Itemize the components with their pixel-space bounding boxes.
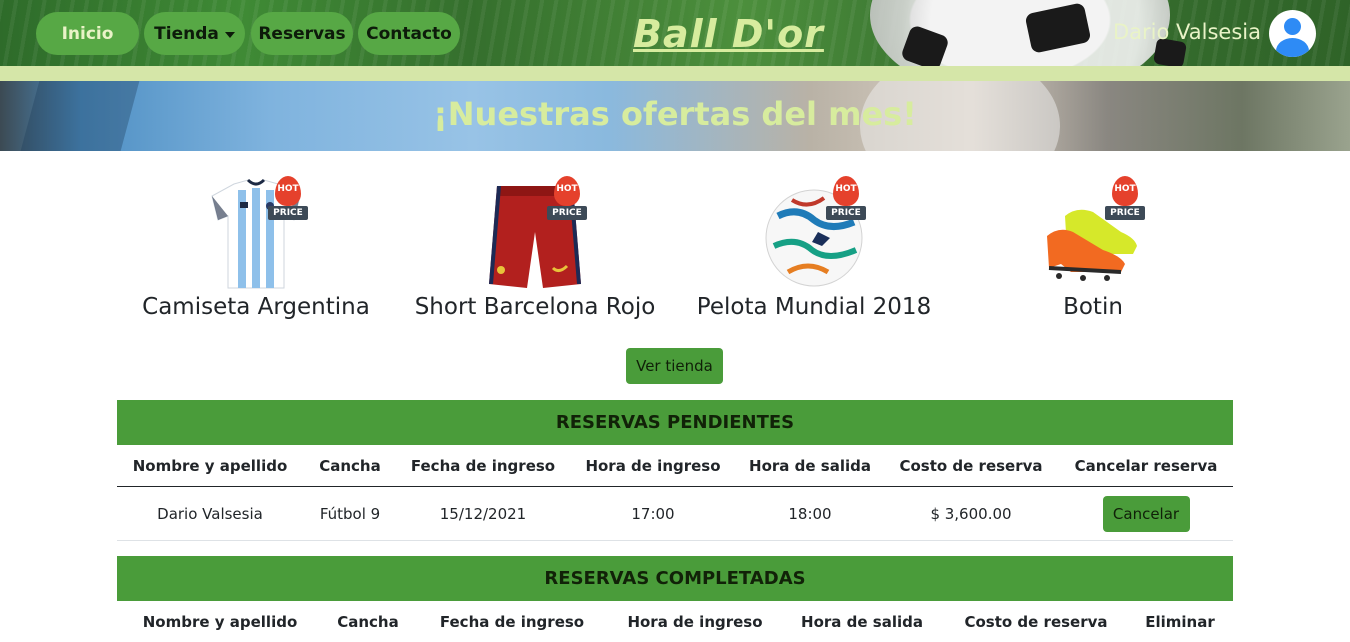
banner-title: ¡Nuestras ofertas del mes! <box>433 95 917 133</box>
product-name: Botin <box>1063 294 1123 320</box>
column-header: Cancelar reserva <box>1074 456 1218 475</box>
column-header: Hora de salida <box>749 456 871 475</box>
cell-name: Dario Valsesia <box>157 504 263 523</box>
cell-start-time: 17:00 <box>631 504 675 523</box>
column-header: Cancha <box>337 612 399 631</box>
product-card[interactable]: HOT PRICE Botin <box>953 170 1233 330</box>
hot-label: HOT <box>556 184 578 194</box>
column-header: Cancha <box>319 456 381 475</box>
column-header: Costo de reserva <box>964 612 1108 631</box>
price-label: PRICE <box>268 206 308 220</box>
user-name[interactable]: Dario Valsesia <box>1113 20 1261 44</box>
column-header: Hora de salida <box>801 612 923 631</box>
caret-down-icon <box>224 31 235 38</box>
product-card[interactable]: HOT PRICE Short Barcelona Rojo <box>395 170 675 330</box>
product-name: Camiseta Argentina <box>142 294 370 320</box>
cancel-reservation-button[interactable]: Cancelar <box>1102 495 1190 532</box>
price-label: PRICE <box>1105 206 1145 220</box>
hot-price-badge: HOT PRICE <box>1103 176 1147 222</box>
nav-inicio[interactable]: Inicio <box>36 12 139 55</box>
column-header: Hora de ingreso <box>627 612 763 631</box>
column-header: Costo de reserva <box>899 456 1043 475</box>
pending-table-header: Nombre y apellido Cancha Fecha de ingres… <box>117 445 1233 487</box>
nav-tienda-dropdown[interactable]: Tienda <box>144 12 245 55</box>
hot-price-badge: HOT PRICE <box>545 176 589 222</box>
price-label: PRICE <box>547 206 587 220</box>
ver-tienda-button[interactable]: Ver tienda <box>626 348 723 384</box>
column-header: Fecha de ingreso <box>410 456 556 475</box>
table-row: Dario Valsesia Fútbol 9 15/12/2021 17:00… <box>117 487 1233 541</box>
product-name: Pelota Mundial 2018 <box>696 294 932 320</box>
nav-reservas[interactable]: Reservas <box>251 12 353 55</box>
completed-reservations-title: RESERVAS COMPLETADAS <box>117 556 1233 601</box>
column-header: Fecha de ingreso <box>439 612 585 631</box>
completed-table-header: Nombre y apellido Cancha Fecha de ingres… <box>117 601 1233 642</box>
hot-label: HOT <box>277 184 299 194</box>
hot-label: HOT <box>1114 184 1136 194</box>
column-header: Nombre y apellido <box>142 612 298 631</box>
hot-price-badge: HOT PRICE <box>266 176 310 222</box>
column-header: Hora de ingreso <box>585 456 721 475</box>
cell-court: Fútbol 9 <box>319 504 381 523</box>
pending-reservations-title: RESERVAS PENDIENTES <box>117 400 1233 445</box>
navbar: Inicio Tienda Reservas Contacto Ball D'o… <box>0 0 1350 66</box>
nav-contacto-label: Contacto <box>366 23 452 44</box>
hot-price-badge: HOT PRICE <box>824 176 868 222</box>
price-label: PRICE <box>826 206 866 220</box>
cell-date: 15/12/2021 <box>439 504 527 523</box>
product-card[interactable]: HOT PRICE Camiseta Argentina <box>116 170 396 330</box>
header-divider-stripe <box>0 66 1350 81</box>
offers-banner: ¡Nuestras ofertas del mes! <box>0 81 1350 151</box>
brand-logo-link[interactable]: Ball D'or <box>633 12 824 56</box>
user-avatar-icon[interactable] <box>1269 10 1316 57</box>
product-name: Short Barcelona Rojo <box>414 294 656 320</box>
nav-tienda-label: Tienda <box>154 23 219 44</box>
hot-label: HOT <box>835 184 857 194</box>
cell-end-time: 18:00 <box>788 504 832 523</box>
column-header: Eliminar <box>1145 612 1215 631</box>
column-header: Nombre y apellido <box>132 456 288 475</box>
cell-cost: $ 3,600.00 <box>930 504 1012 523</box>
nav-inicio-label: Inicio <box>61 23 114 44</box>
nav-reservas-label: Reservas <box>258 23 346 44</box>
nav-contacto[interactable]: Contacto <box>358 12 460 55</box>
product-card[interactable]: HOT PRICE Pelota Mundial 2018 <box>674 170 954 330</box>
cell-action: Cancelar <box>1059 487 1233 540</box>
